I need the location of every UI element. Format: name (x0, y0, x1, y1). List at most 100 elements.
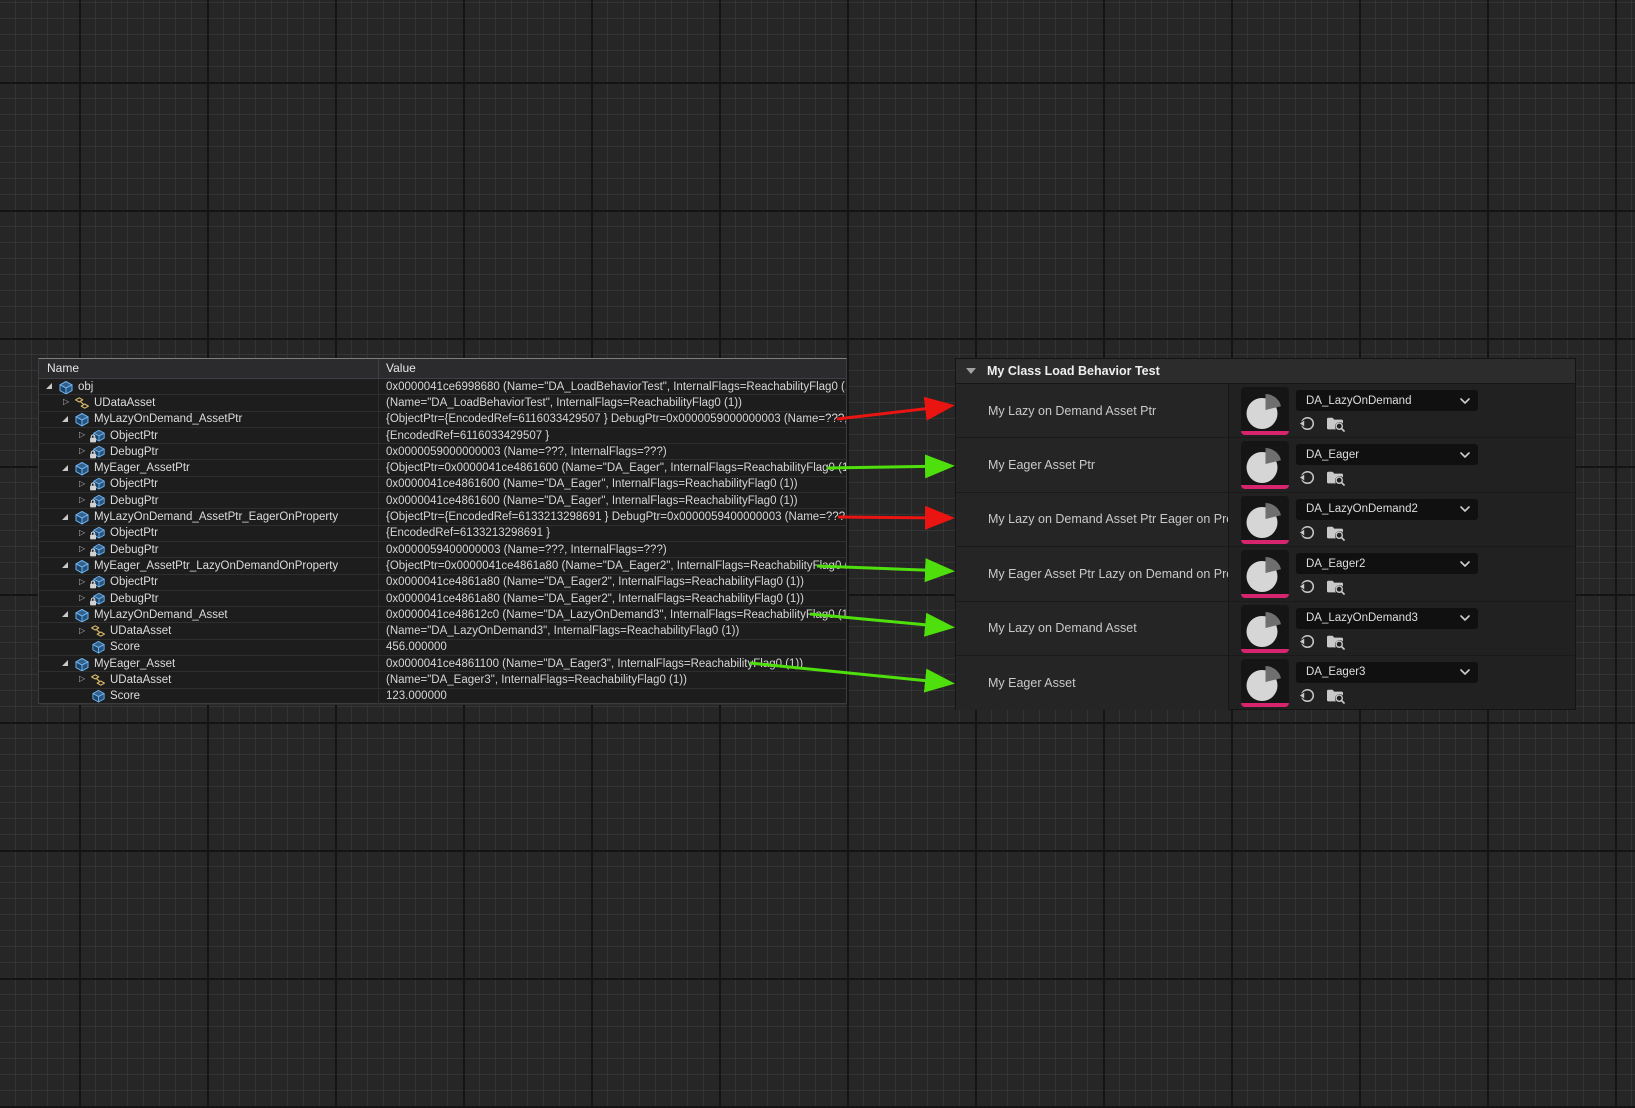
watch-value[interactable]: {ObjectPtr={EncodedRef=6116033429507 } D… (379, 412, 846, 427)
use-selected-asset-icon[interactable] (1298, 633, 1317, 650)
watch-value[interactable]: 456.000000 (379, 640, 846, 655)
watch-value[interactable]: 0x0000059400000003 (Name=???, InternalFl… (379, 542, 846, 557)
asset-thumbnail[interactable] (1241, 550, 1289, 598)
watch-value[interactable]: 0x0000041ce48612c0 (Name="DA_LazyOnDeman… (379, 607, 846, 622)
table-row[interactable]: Score 456.000000 (39, 640, 846, 656)
expander-closed-icon[interactable] (77, 479, 88, 490)
expander-open-icon[interactable] (61, 414, 72, 425)
watch-value[interactable]: {EncodedRef=6133213298691 } (379, 526, 846, 541)
watch-value[interactable]: 0x0000041ce4861a80 (Name="DA_Eager2", In… (379, 591, 846, 606)
table-row[interactable]: MyEager_AssetPtr_LazyOnDemandOnProperty … (39, 558, 846, 574)
expander-closed-icon[interactable] (77, 674, 88, 685)
expander-closed-icon[interactable] (77, 430, 88, 441)
column-header-value[interactable]: Value (379, 359, 846, 378)
field-icon (91, 640, 106, 654)
table-row[interactable]: ObjectPtr 0x0000041ce4861600 (Name="DA_E… (39, 477, 846, 493)
asset-dropdown[interactable]: DA_Eager3 (1296, 662, 1478, 683)
watch-value[interactable]: (Name="DA_LoadBehaviorTest", InternalFla… (379, 395, 846, 410)
expander-open-icon[interactable] (61, 658, 72, 669)
table-row[interactable]: ObjectPtr {EncodedRef=6116033429507 } (39, 428, 846, 444)
asset-thumbnail[interactable] (1241, 659, 1289, 707)
watch-value[interactable]: 0x0000041ce4861600 (Name="DA_Eager", Int… (379, 477, 846, 492)
watch-value[interactable]: {ObjectPtr=0x0000041ce4861a80 (Name="DA_… (379, 558, 846, 573)
browse-to-asset-icon[interactable] (1326, 633, 1345, 650)
browse-to-asset-icon[interactable] (1326, 469, 1345, 486)
watch-value[interactable]: 0x0000041ce4861600 (Name="DA_Eager", Int… (379, 493, 846, 508)
arrow-red-lazy-asset-ptr (837, 406, 949, 419)
collapse-triangle-icon[interactable] (966, 368, 976, 374)
class-icon (90, 673, 106, 687)
asset-thumbnail[interactable] (1241, 605, 1289, 653)
use-selected-asset-icon[interactable] (1298, 524, 1317, 541)
watch-value[interactable]: 0x0000041ce4861a80 (Name="DA_Eager2", In… (379, 575, 846, 590)
expander-open-icon[interactable] (61, 463, 72, 474)
expander-closed-icon[interactable] (77, 544, 88, 555)
asset-thumbnail[interactable] (1241, 496, 1289, 544)
table-row[interactable]: UDataAsset (Name="DA_Eager3", InternalFl… (39, 672, 846, 688)
expander-open-icon[interactable] (61, 512, 72, 523)
watch-name: DebugPtr (110, 544, 159, 556)
watch-value[interactable]: (Name="DA_Eager3", InternalFlags=Reachab… (379, 672, 846, 687)
expander-closed-icon[interactable] (61, 397, 72, 408)
watch-value[interactable]: {EncodedRef=6116033429507 } (379, 428, 846, 443)
watch-value[interactable]: (Name="DA_LazyOnDemand3", InternalFlags=… (379, 623, 846, 638)
table-row[interactable]: UDataAsset (Name="DA_LazyOnDemand3", Int… (39, 623, 846, 639)
expander-closed-icon[interactable] (77, 626, 88, 637)
use-selected-asset-icon[interactable] (1298, 687, 1317, 704)
table-row[interactable]: MyLazyOnDemand_AssetPtr {ObjectPtr={Enco… (39, 412, 846, 428)
browse-to-asset-icon[interactable] (1326, 524, 1345, 541)
asset-thumbnail[interactable] (1241, 387, 1289, 435)
table-row[interactable]: DebugPtr 0x0000041ce4861a80 (Name="DA_Ea… (39, 591, 846, 607)
expander-closed-icon[interactable] (77, 577, 88, 588)
asset-dropdown[interactable]: DA_Eager2 (1296, 553, 1478, 574)
asset-dropdown[interactable]: DA_LazyOnDemand2 (1296, 499, 1478, 520)
table-row[interactable]: UDataAsset (Name="DA_LoadBehaviorTest", … (39, 395, 846, 411)
property-row: My Eager Asset Ptr DA_Eager (956, 438, 1575, 492)
property-row: My Eager Asset DA_Eager3 (956, 656, 1575, 710)
field-icon (74, 510, 90, 525)
table-row[interactable]: MyLazyOnDemand_AssetPtr_EagerOnProperty … (39, 509, 846, 525)
column-header-name[interactable]: Name (39, 359, 379, 378)
expander-open-icon[interactable] (45, 381, 56, 392)
expander-open-icon[interactable] (61, 609, 72, 620)
table-row[interactable]: DebugPtr 0x0000059400000003 (Name=???, I… (39, 542, 846, 558)
asset-dropdown[interactable]: DA_LazyOnDemand3 (1296, 608, 1478, 629)
browse-to-asset-icon[interactable] (1326, 415, 1345, 432)
expander-closed-icon[interactable] (77, 446, 88, 457)
table-row[interactable]: MyLazyOnDemand_Asset 0x0000041ce48612c0 … (39, 607, 846, 623)
watch-value[interactable]: {ObjectPtr=0x0000041ce4861600 (Name="DA_… (379, 460, 846, 475)
browse-to-asset-icon[interactable] (1326, 578, 1345, 595)
expander-open-icon[interactable] (61, 560, 72, 571)
table-row[interactable]: MyEager_Asset 0x0000041ce4861100 (Name="… (39, 656, 846, 672)
watch-value[interactable]: {ObjectPtr={EncodedRef=6133213298691 } D… (379, 509, 846, 524)
table-row[interactable]: ObjectPtr 0x0000041ce4861a80 (Name="DA_E… (39, 575, 846, 591)
table-row[interactable]: obj 0x0000041ce6998680 (Name="DA_LoadBeh… (39, 379, 846, 395)
watch-value[interactable]: 123.000000 (379, 689, 846, 704)
watch-name: UDataAsset (110, 625, 171, 637)
expander-closed-icon[interactable] (77, 593, 88, 604)
pie-chart-icon (1243, 552, 1287, 596)
table-row[interactable]: ObjectPtr {EncodedRef=6133213298691 } (39, 526, 846, 542)
use-selected-asset-icon[interactable] (1298, 578, 1317, 595)
expander-closed-icon[interactable] (77, 495, 88, 506)
lock-icon (89, 596, 98, 607)
watch-value[interactable]: 0x0000059000000003 (Name=???, InternalFl… (379, 444, 846, 459)
use-selected-asset-icon[interactable] (1298, 415, 1317, 432)
category-header[interactable]: My Class Load Behavior Test (956, 359, 1575, 384)
table-row[interactable]: DebugPtr 0x0000059000000003 (Name=???, I… (39, 444, 846, 460)
asset-dropdown[interactable]: DA_Eager (1296, 444, 1478, 465)
chevron-down-icon (1460, 452, 1470, 458)
asset-dropdown[interactable]: DA_LazyOnDemand (1296, 390, 1478, 411)
table-row[interactable]: Score 123.000000 (39, 689, 846, 705)
watch-value[interactable]: 0x0000041ce6998680 (Name="DA_LoadBehavio… (379, 379, 846, 394)
use-selected-asset-icon[interactable] (1298, 469, 1317, 486)
pie-chart-icon (1243, 498, 1287, 542)
table-row[interactable]: MyEager_AssetPtr {ObjectPtr=0x0000041ce4… (39, 460, 846, 476)
expander-closed-icon[interactable] (77, 528, 88, 539)
browse-to-asset-icon[interactable] (1326, 687, 1345, 704)
table-row[interactable]: DebugPtr 0x0000041ce4861600 (Name="DA_Ea… (39, 493, 846, 509)
field-icon (91, 689, 106, 703)
watch-value[interactable]: 0x0000041ce4861100 (Name="DA_Eager3", In… (379, 656, 846, 671)
asset-type-color-bar (1241, 703, 1289, 707)
asset-thumbnail[interactable] (1241, 441, 1289, 489)
